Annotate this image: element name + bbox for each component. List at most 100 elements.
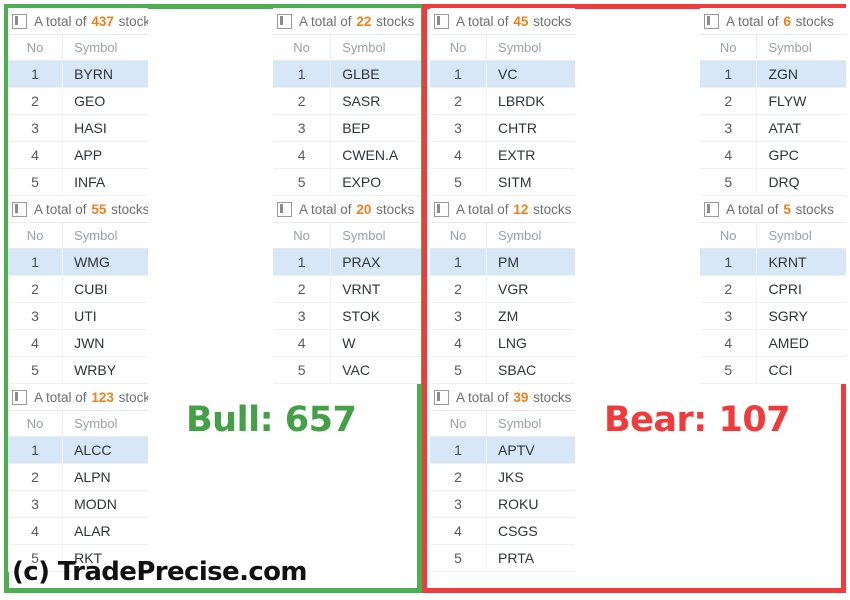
- row-symbol[interactable]: HASI: [62, 114, 148, 142]
- row-symbol[interactable]: ALPN: [62, 463, 148, 491]
- column-header-symbol[interactable]: Symbol: [756, 34, 846, 61]
- table-row[interactable]: 2 VRNT: [273, 275, 421, 303]
- row-symbol[interactable]: GLBE: [330, 60, 421, 88]
- row-symbol[interactable]: LBRDK: [486, 87, 575, 115]
- table-row[interactable]: 1 ZGN: [700, 60, 846, 88]
- row-symbol[interactable]: ATAT: [756, 114, 846, 142]
- row-symbol[interactable]: FLYW: [756, 87, 846, 115]
- column-header-no[interactable]: No: [430, 410, 487, 437]
- row-symbol[interactable]: BEP: [330, 114, 421, 142]
- column-header-no[interactable]: No: [273, 34, 331, 61]
- table-row[interactable]: 4 GPC: [700, 141, 846, 169]
- table-row[interactable]: 2 CUBI: [8, 275, 148, 303]
- row-symbol[interactable]: WMG: [62, 248, 148, 276]
- table-row[interactable]: 1 KRNT: [700, 248, 846, 276]
- column-header-symbol[interactable]: Symbol: [62, 34, 148, 61]
- table-row[interactable]: 5 SBAC: [430, 356, 575, 384]
- row-symbol[interactable]: EXPO: [330, 168, 421, 196]
- row-symbol[interactable]: ZM: [486, 302, 575, 330]
- row-symbol[interactable]: BYRN: [62, 60, 148, 88]
- table-row[interactable]: 3 CHTR: [430, 114, 575, 142]
- table-row[interactable]: 5 VAC: [273, 356, 421, 384]
- row-symbol[interactable]: ALCC: [62, 436, 148, 464]
- row-symbol[interactable]: VAC: [330, 356, 421, 384]
- row-symbol[interactable]: MODN: [62, 490, 148, 518]
- table-row[interactable]: 5 CCI: [700, 356, 846, 384]
- table-row[interactable]: 4 ALAR: [8, 517, 148, 545]
- table-row[interactable]: 1 PM: [430, 248, 575, 276]
- column-header-no[interactable]: No: [273, 222, 331, 249]
- row-symbol[interactable]: SITM: [486, 168, 575, 196]
- column-header-symbol[interactable]: Symbol: [330, 34, 421, 61]
- row-symbol[interactable]: WRBY: [62, 356, 148, 384]
- table-row[interactable]: 2 VGR: [430, 275, 575, 303]
- table-row[interactable]: 5 INFA: [8, 168, 148, 196]
- table-row[interactable]: 1 WMG: [8, 248, 148, 276]
- table-row[interactable]: 4 CSGS: [430, 517, 575, 545]
- table-row[interactable]: 3 UTI: [8, 302, 148, 330]
- column-header-no[interactable]: No: [430, 34, 487, 61]
- table-row[interactable]: 3 HASI: [8, 114, 148, 142]
- table-row[interactable]: 1 VC: [430, 60, 575, 88]
- row-symbol[interactable]: GPC: [756, 141, 846, 169]
- table-row[interactable]: 2 ALPN: [8, 463, 148, 491]
- row-symbol[interactable]: SASR: [330, 87, 421, 115]
- table-row[interactable]: 4 EXTR: [430, 141, 575, 169]
- table-row[interactable]: 3 STOK: [273, 302, 421, 330]
- column-header-symbol[interactable]: Symbol: [486, 34, 575, 61]
- column-header-no[interactable]: No: [430, 222, 487, 249]
- row-symbol[interactable]: ROKU: [486, 490, 575, 518]
- table-row[interactable]: 2 CPRI: [700, 275, 846, 303]
- row-symbol[interactable]: W: [330, 329, 421, 357]
- table-row[interactable]: 4W: [273, 329, 421, 357]
- row-symbol[interactable]: JKS: [486, 463, 575, 491]
- row-symbol[interactable]: AMED: [756, 329, 846, 357]
- table-row[interactable]: 1 APTV: [430, 436, 575, 464]
- row-symbol[interactable]: ALAR: [62, 517, 148, 545]
- table-row[interactable]: 3 BEP: [273, 114, 421, 142]
- row-symbol[interactable]: UTI: [62, 302, 148, 330]
- column-header-no[interactable]: No: [8, 410, 63, 437]
- column-header-no[interactable]: No: [700, 34, 757, 61]
- row-symbol[interactable]: SBAC: [486, 356, 575, 384]
- column-header-symbol[interactable]: Symbol: [486, 222, 575, 249]
- column-header-symbol[interactable]: Symbol: [62, 410, 148, 437]
- row-symbol[interactable]: GEO: [62, 87, 148, 115]
- row-symbol[interactable]: CCI: [756, 356, 846, 384]
- column-header-symbol[interactable]: Symbol: [330, 222, 421, 249]
- row-symbol[interactable]: ZGN: [756, 60, 846, 88]
- row-symbol[interactable]: CWEN.A: [330, 141, 421, 169]
- table-row[interactable]: 2 LBRDK: [430, 87, 575, 115]
- row-symbol[interactable]: VC: [486, 60, 575, 88]
- column-header-no[interactable]: No: [700, 222, 757, 249]
- table-row[interactable]: 5 DRQ: [700, 168, 846, 196]
- table-row[interactable]: 5 PRTA: [430, 544, 575, 572]
- column-header-symbol[interactable]: Symbol: [62, 222, 148, 249]
- row-symbol[interactable]: CSGS: [486, 517, 575, 545]
- table-row[interactable]: 5 WRBY: [8, 356, 148, 384]
- row-symbol[interactable]: INFA: [62, 168, 148, 196]
- row-symbol[interactable]: VGR: [486, 275, 575, 303]
- row-symbol[interactable]: EXTR: [486, 141, 575, 169]
- column-header-symbol[interactable]: Symbol: [486, 410, 575, 437]
- row-symbol[interactable]: CPRI: [756, 275, 846, 303]
- row-symbol[interactable]: STOK: [330, 302, 421, 330]
- table-row[interactable]: 4 APP: [8, 141, 148, 169]
- table-row[interactable]: 1 GLBE: [273, 60, 421, 88]
- table-row[interactable]: 1 ALCC: [8, 436, 148, 464]
- table-row[interactable]: 3 ATAT: [700, 114, 846, 142]
- table-row[interactable]: 5 EXPO: [273, 168, 421, 196]
- row-symbol[interactable]: DRQ: [756, 168, 846, 196]
- table-row[interactable]: 5 SITM: [430, 168, 575, 196]
- row-symbol[interactable]: PRAX: [330, 248, 421, 276]
- table-row[interactable]: 4 LNG: [430, 329, 575, 357]
- row-symbol[interactable]: LNG: [486, 329, 575, 357]
- table-row[interactable]: 4 CWEN.A: [273, 141, 421, 169]
- row-symbol[interactable]: JWN: [62, 329, 148, 357]
- table-row[interactable]: 3 MODN: [8, 490, 148, 518]
- table-row[interactable]: 3 ZM: [430, 302, 575, 330]
- row-symbol[interactable]: KRNT: [756, 248, 846, 276]
- row-symbol[interactable]: PM: [486, 248, 575, 276]
- table-row[interactable]: 4 JWN: [8, 329, 148, 357]
- row-symbol[interactable]: SGRY: [756, 302, 846, 330]
